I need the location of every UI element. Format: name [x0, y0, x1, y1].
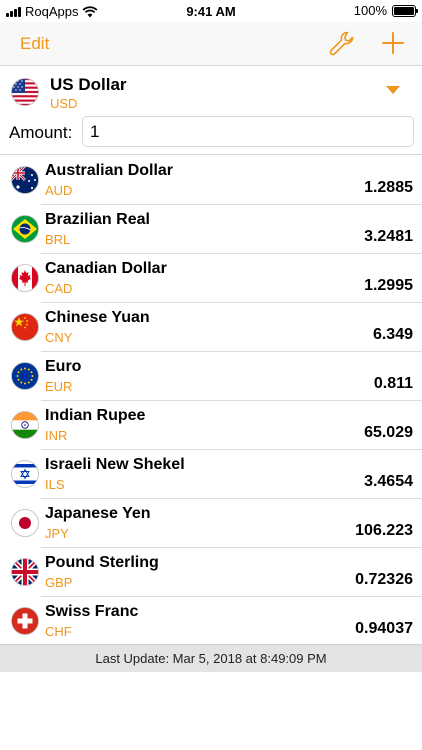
base-currency-name: US Dollar: [50, 75, 127, 94]
status-right: 100%: [353, 3, 418, 18]
currency-rate: 65.029: [364, 424, 413, 441]
currency-rate: 0.72326: [355, 571, 413, 588]
currency-code: GBP: [45, 575, 73, 590]
currency-code: CNY: [45, 330, 73, 345]
base-currency-code: USD: [50, 96, 78, 111]
currency-rate: 1.2995: [364, 277, 413, 294]
currency-name: Canadian Dollar: [45, 260, 167, 277]
plus-icon: [382, 32, 404, 54]
last-update-text: Last Update: Mar 5, 2018 at 8:49:09 PM: [95, 651, 327, 666]
flag-in-icon: [11, 411, 39, 439]
currency-row-eur[interactable]: Euro EUR 0.811: [0, 352, 422, 401]
currency-code: BRL: [45, 232, 71, 247]
flag-br-icon: [11, 215, 39, 243]
flag-jp-icon: [11, 509, 39, 537]
amount-input[interactable]: [82, 116, 414, 147]
status-bar: RoqApps 9:41 AM 100%: [0, 0, 422, 22]
currency-code: CHF: [45, 624, 72, 639]
settings-button[interactable]: [328, 30, 356, 58]
flag-au-icon: [11, 166, 39, 194]
amount-row: Amount:: [0, 115, 422, 155]
currency-rate: 106.223: [355, 522, 413, 539]
currency-row-ils[interactable]: Israeli New Shekel ILS 3.4654: [0, 450, 422, 499]
currency-rate: 0.94037: [355, 620, 413, 637]
currency-row-chf[interactable]: Swiss Franc CHF 0.94037: [0, 597, 422, 646]
edit-button[interactable]: Edit: [20, 34, 49, 54]
currency-code: EUR: [45, 379, 73, 394]
currency-code: AUD: [45, 183, 73, 198]
wrench-icon: [329, 31, 354, 56]
currency-name: Euro: [45, 358, 82, 375]
currency-rate: 3.4654: [364, 473, 413, 490]
currency-name: Japanese Yen: [45, 505, 151, 522]
currency-row-cad[interactable]: Canadian Dollar CAD 1.2995: [0, 254, 422, 303]
battery-percent: 100%: [353, 3, 387, 18]
currency-code: INR: [45, 428, 68, 443]
flag-cn-icon: [11, 313, 39, 341]
flag-il-icon: [11, 460, 39, 488]
currency-row-inr[interactable]: Indian Rupee INR 65.029: [0, 401, 422, 450]
flag-us-icon: [11, 78, 39, 106]
flag-gb-icon: [11, 558, 39, 586]
amount-label: Amount:: [9, 123, 73, 142]
base-currency-row[interactable]: US Dollar USD: [0, 67, 422, 115]
currency-code: JPY: [45, 526, 69, 541]
currency-name: Chinese Yuan: [45, 309, 150, 326]
currency-name: Swiss Franc: [45, 603, 139, 620]
currency-name: Australian Dollar: [45, 162, 174, 179]
flag-eu-icon: [11, 362, 39, 390]
nav-bar: Edit: [0, 22, 422, 66]
currency-row-jpy[interactable]: Japanese Yen JPY 106.223: [0, 499, 422, 548]
currency-name: Indian Rupee: [45, 407, 146, 424]
currency-rate: 3.2481: [364, 228, 413, 245]
currency-rate: 6.349: [372, 326, 413, 343]
currency-name: Brazilian Real: [45, 211, 150, 228]
flag-ca-icon: [11, 264, 39, 292]
currency-row-aud[interactable]: Australian Dollar AUD 1.2885: [0, 156, 422, 205]
battery-icon: [392, 4, 418, 17]
currency-rate: 1.2885: [364, 179, 413, 196]
add-currency-button[interactable]: [380, 30, 406, 56]
dropdown-triangle-icon[interactable]: [386, 86, 400, 94]
currency-name: Israeli New Shekel: [45, 456, 185, 473]
last-update-bar: Last Update: Mar 5, 2018 at 8:49:09 PM: [0, 644, 422, 672]
currency-name: Pound Sterling: [45, 554, 159, 571]
currency-list: Australian Dollar AUD 1.2885 Brazilian R…: [0, 156, 422, 646]
flag-ch-icon: [11, 607, 39, 635]
currency-rate: 0.811: [373, 375, 413, 392]
currency-row-gbp[interactable]: Pound Sterling GBP 0.72326: [0, 548, 422, 597]
currency-code: ILS: [45, 477, 65, 492]
currency-row-brl[interactable]: Brazilian Real BRL 3.2481: [0, 205, 422, 254]
currency-code: CAD: [45, 281, 73, 296]
currency-row-cny[interactable]: Chinese Yuan CNY 6.349: [0, 303, 422, 352]
